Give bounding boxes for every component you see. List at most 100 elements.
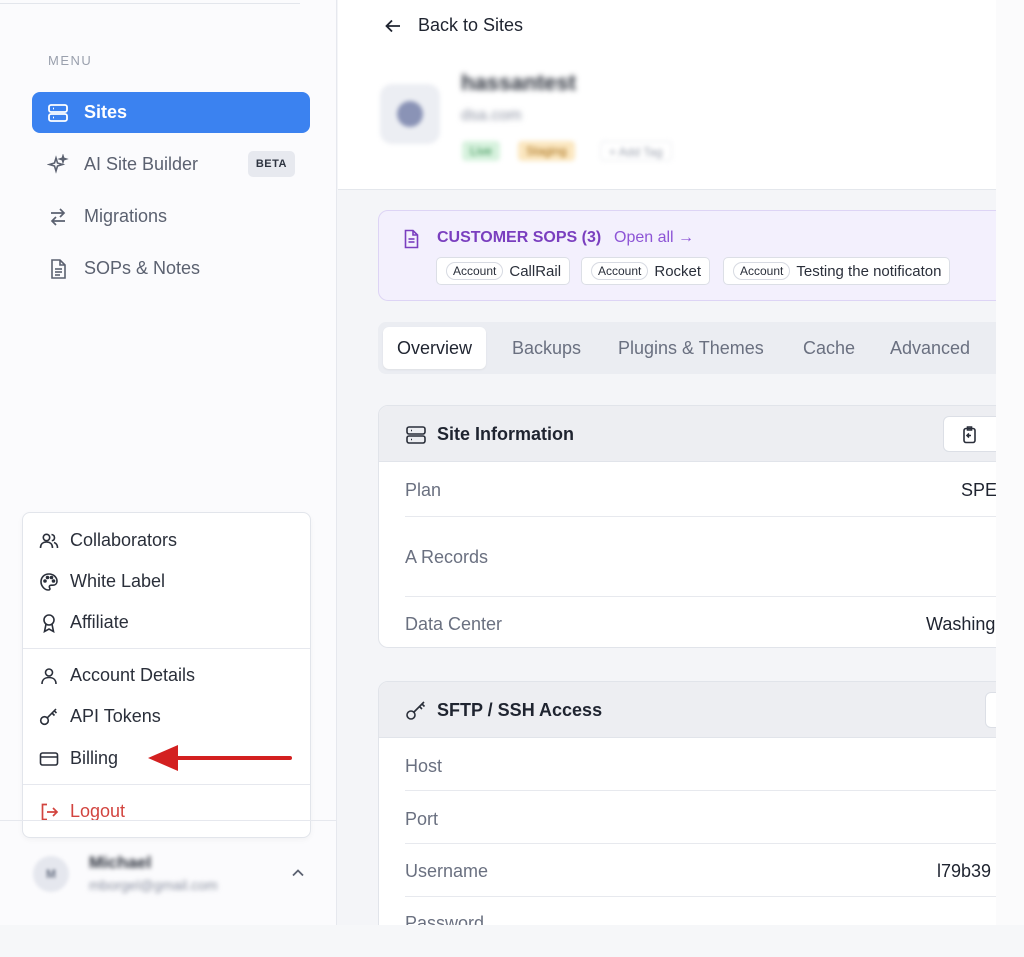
sidebar-item-label: SOPs & Notes: [84, 258, 201, 278]
menu-item-label: Affiliate: [70, 612, 129, 632]
tab-overview[interactable]: Overview: [383, 327, 487, 369]
menu-divider: [23, 648, 310, 649]
site-name: hassantest: [461, 70, 576, 95]
sidebar-top-divider: [0, 0, 300, 4]
user-icon: [39, 666, 59, 686]
sops-title: CUSTOMER SOPS (3): [437, 229, 602, 246]
copy-button[interactable]: [943, 416, 996, 452]
user-email: mborgel@gmail.com: [89, 877, 218, 893]
user-name: Michael: [89, 853, 152, 872]
card-header: Site Information: [379, 406, 996, 462]
row-divider: [405, 516, 996, 517]
main-content: Back to Sites hassantest dsa.com Live St…: [338, 0, 996, 925]
page-bottom-strip: [0, 925, 1024, 957]
plan-label: Plan: [405, 480, 442, 500]
sidebar-item-label: Sites: [84, 102, 128, 122]
card-title: SFTP / SSH Access: [437, 700, 603, 720]
sop-chip-callrail[interactable]: Account CallRail: [436, 257, 571, 285]
document-icon: [47, 258, 69, 280]
account-badge: Account: [591, 262, 649, 280]
avatar[interactable]: M: [33, 856, 69, 892]
back-label: Back to Sites: [418, 15, 524, 35]
open-all-link[interactable]: Open all →: [614, 229, 694, 247]
site-tabs: Overview Backups Plugins & Themes Cache …: [378, 322, 996, 374]
red-arrow-annotation: [148, 745, 292, 771]
credit-card-icon: [39, 749, 59, 769]
menu-label: MENU: [48, 53, 93, 68]
status-badge-live: Live: [462, 141, 501, 161]
server-icon: [47, 102, 69, 124]
menu-item-label: Account Details: [70, 665, 196, 685]
beta-badge: BETA: [247, 151, 295, 177]
menu-item-logout[interactable]: Logout: [39, 801, 125, 822]
row-divider: [405, 790, 996, 791]
data-center-value: Washing: [926, 614, 996, 634]
tab-backups[interactable]: Backups: [498, 327, 595, 369]
menu-item-label: Billing: [70, 748, 119, 768]
tab-advanced[interactable]: Advanced: [876, 327, 984, 369]
copy-button[interactable]: [985, 692, 996, 728]
sidebar-item-sites[interactable]: Sites: [32, 92, 310, 133]
menu-divider: [23, 784, 310, 785]
arrows-swap-icon: [47, 206, 69, 228]
sidebar: MENU Sites AI Site Builder BETA Migratio…: [0, 0, 337, 925]
key-icon: [405, 700, 427, 727]
clipboard-copy-icon: [960, 425, 980, 450]
row-divider: [405, 843, 996, 844]
page-right-edge: [996, 0, 1024, 925]
status-badge-staging: Staging: [518, 141, 575, 161]
sidebar-item-sops-notes[interactable]: SOPs & Notes: [32, 248, 310, 289]
sidebar-item-label: AI Site Builder: [84, 154, 199, 174]
row-divider: [405, 896, 996, 897]
account-badge: Account: [733, 262, 791, 280]
logout-icon: [39, 802, 59, 822]
menu-item-label: Logout: [70, 801, 126, 821]
menu-item-api-tokens[interactable]: API Tokens: [39, 706, 161, 727]
row-divider: [405, 596, 996, 597]
card-header: SFTP / SSH Access: [379, 682, 996, 738]
plan-value: SPEI: [961, 480, 996, 500]
data-center-label: Data Center: [405, 614, 503, 634]
customer-sops-panel: CUSTOMER SOPS (3) Open all → Account Cal…: [378, 210, 996, 301]
site-information-card: Site Information Plan SPEI A Records Dat…: [378, 405, 996, 648]
sidebar-item-ai-site-builder[interactable]: AI Site Builder BETA: [32, 144, 310, 185]
tab-cache[interactable]: Cache: [789, 327, 869, 369]
menu-item-collaborators[interactable]: Collaborators: [39, 530, 177, 551]
sop-chip-rocket[interactable]: Account Rocket: [581, 257, 711, 285]
site-domain[interactable]: dsa.com: [461, 107, 521, 125]
a-records-label: A Records: [405, 547, 489, 567]
port-label: Port: [405, 809, 439, 829]
username-value: l79b39: [937, 861, 992, 881]
menu-item-label: API Tokens: [70, 706, 161, 726]
sop-chip-testing[interactable]: Account Testing the notificaton: [723, 257, 951, 285]
document-icon: [401, 229, 421, 254]
site-avatar: [380, 84, 440, 144]
account-dropdown-menu: Collaborators White Label Affiliate Acco…: [22, 512, 311, 838]
menu-item-billing[interactable]: Billing: [39, 748, 118, 769]
menu-item-account-details[interactable]: Account Details: [39, 665, 195, 686]
sftp-ssh-access-card: SFTP / SSH Access Host Port Username l79…: [378, 681, 996, 925]
server-icon: [405, 424, 427, 451]
sidebar-item-migrations[interactable]: Migrations: [32, 196, 310, 237]
sidebar-item-label: Migrations: [84, 206, 168, 226]
card-title: Site Information: [437, 424, 575, 444]
menu-item-white-label[interactable]: White Label: [39, 571, 165, 592]
sop-chip-label: Testing the notificaton: [796, 262, 942, 280]
menu-item-label: Collaborators: [70, 530, 178, 550]
menu-item-label: White Label: [70, 571, 166, 591]
sparkles-icon: [47, 153, 69, 176]
sop-chip-label: Rocket: [654, 262, 702, 280]
username-label: Username: [405, 861, 489, 881]
menu-item-affiliate[interactable]: Affiliate: [39, 612, 129, 633]
chevron-up-icon[interactable]: [290, 865, 306, 886]
award-icon: [39, 613, 59, 633]
site-header: Back to Sites hassantest dsa.com Live St…: [338, 0, 996, 190]
host-label: Host: [405, 756, 443, 776]
add-tag-button[interactable]: + Add Tag: [600, 141, 672, 161]
palette-icon: [39, 572, 59, 592]
password-label: Password: [405, 913, 485, 925]
sop-chip-label: CallRail: [509, 262, 562, 280]
back-to-sites-link[interactable]: Back to Sites: [384, 15, 523, 36]
tab-plugins-themes[interactable]: Plugins & Themes: [604, 327, 778, 369]
users-icon: [39, 531, 59, 551]
